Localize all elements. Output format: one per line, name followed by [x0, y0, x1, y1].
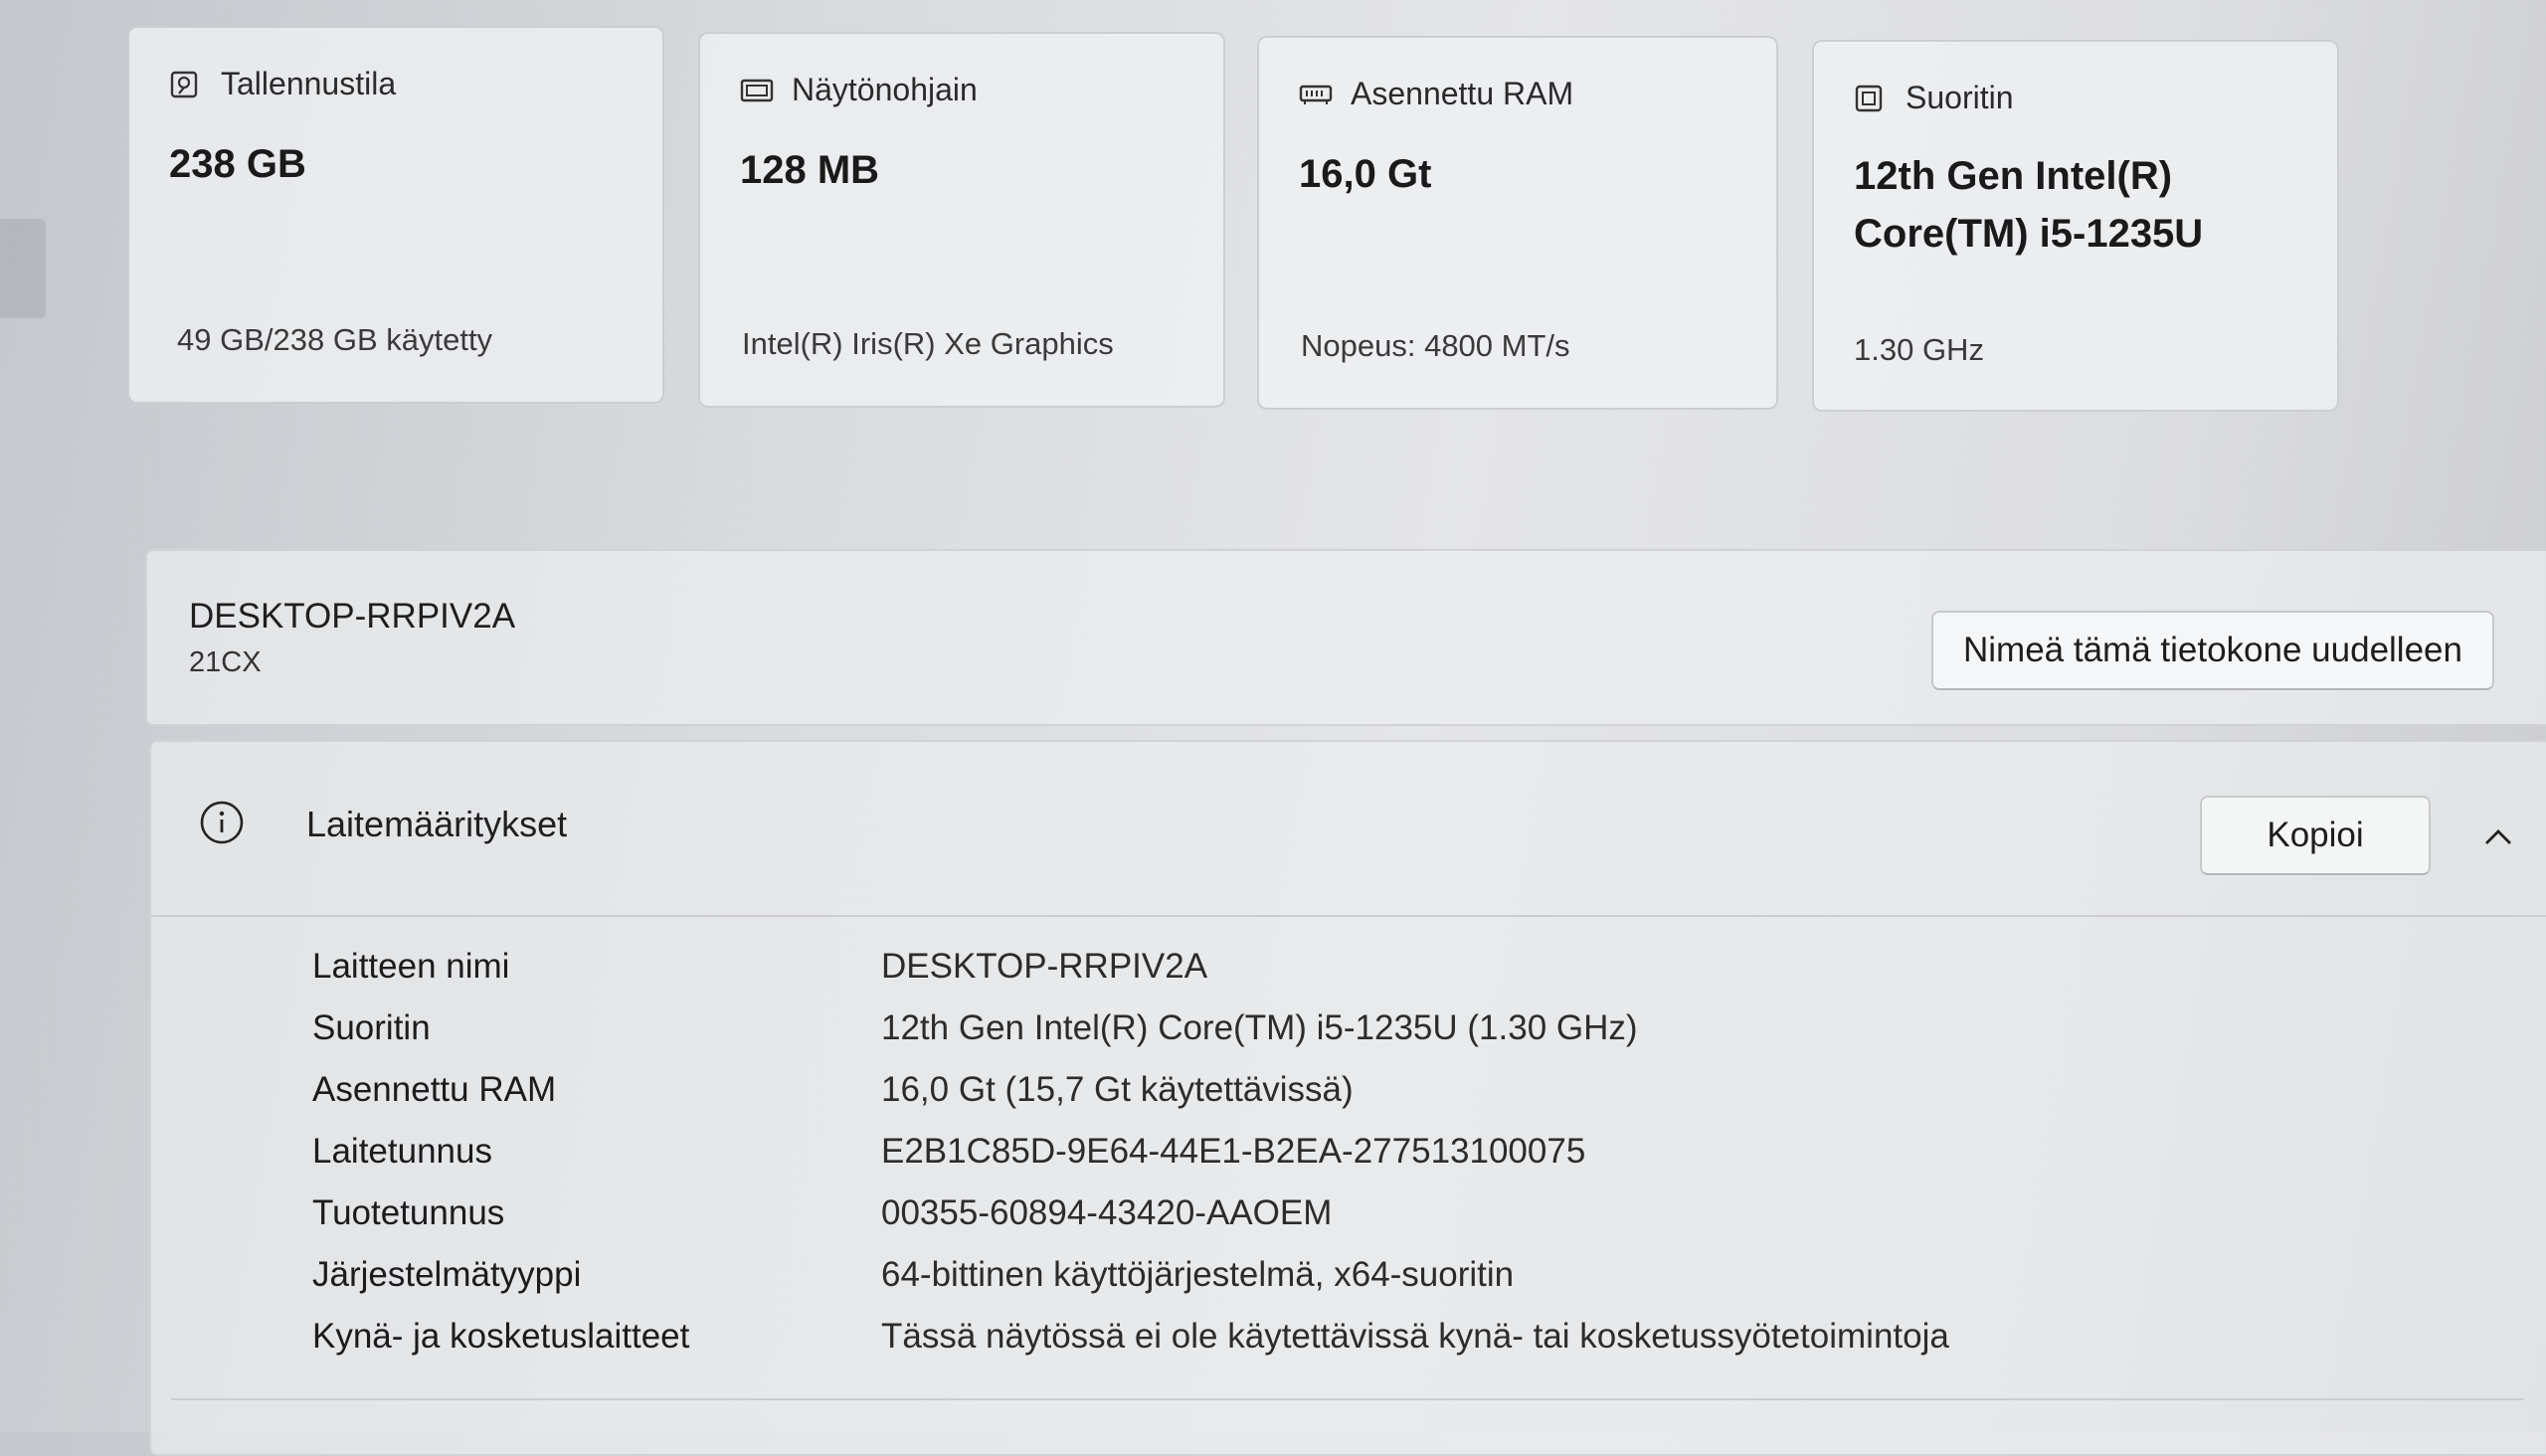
storage-card-subtitle: 49 GB/238 GB käytetty — [177, 322, 493, 357]
side-panel-edge — [0, 219, 46, 318]
spec-row-installed-ram: Asennettu RAM 16,0 Gt (15,7 Gt käytettäv… — [151, 1070, 2546, 1132]
processor-card-value-line2: Core(TM) i5-1235U — [1854, 212, 2204, 256]
device-specifications-panel: Laitemääritykset Kopioi Laitteen nimi DE… — [149, 740, 2546, 1456]
spec-row-device-id: Laitetunnus E2B1C85D-9E64-44E1-B2EA-2775… — [151, 1132, 2546, 1193]
spec-value: 00355-60894-43420-AAOEM — [881, 1193, 1333, 1232]
section-divider — [171, 1398, 2524, 1400]
spec-row-processor: Suoritin 12th Gen Intel(R) Core(TM) i5-1… — [151, 1008, 2546, 1070]
spec-label: Kynä- ja kosketuslaitteet — [312, 1317, 690, 1356]
collapse-button[interactable] — [2470, 812, 2526, 861]
graphics-card-icon — [740, 76, 774, 105]
spec-label: Laitetunnus — [312, 1132, 492, 1171]
processor-card-title: Suoritin — [1906, 80, 2014, 115]
storage-card: Tallennustila 238 GB 49 GB/238 GB käytet… — [127, 26, 664, 404]
graphics-card: Näytönohjain 128 MB Intel(R) Iris(R) Xe … — [698, 32, 1225, 408]
processor-icon — [1854, 84, 1884, 113]
graphics-card-header: Näytönohjain — [740, 72, 978, 108]
storage-card-title: Tallennustila — [221, 66, 397, 101]
device-name: DESKTOP-RRPIV2A — [189, 597, 516, 636]
ram-card-subtitle: Nopeus: 4800 MT/s — [1301, 328, 1570, 363]
spec-value: 64-bittinen käyttöjärjestelmä, x64-suori… — [881, 1255, 1515, 1294]
spec-label: Suoritin — [312, 1008, 431, 1047]
spec-row-system-type: Järjestelmätyyppi 64-bittinen käyttöjärj… — [151, 1255, 2546, 1317]
spec-label: Laitteen nimi — [312, 947, 510, 986]
chevron-up-icon — [2470, 829, 2526, 864]
spec-value: Tässä näytössä ei ole käytettävissä kynä… — [881, 1317, 1949, 1356]
spec-value: 16,0 Gt (15,7 Gt käytettävissä) — [881, 1070, 1354, 1109]
copy-button[interactable]: Kopioi — [2200, 796, 2431, 875]
specifications-header[interactable]: Laitemääritykset Kopioi — [151, 742, 2546, 917]
storage-card-header: Tallennustila — [169, 66, 396, 102]
spec-value: E2B1C85D-9E64-44E1-B2EA-277513100075 — [881, 1132, 1586, 1171]
info-icon — [199, 800, 245, 845]
spec-row-device-name: Laitteen nimi DESKTOP-RRPIV2A — [151, 947, 2546, 1008]
spec-value: 12th Gen Intel(R) Core(TM) i5-1235U (1.3… — [881, 1008, 1638, 1047]
graphics-card-subtitle: Intel(R) Iris(R) Xe Graphics — [742, 326, 1114, 361]
processor-card-header: Suoritin — [1854, 80, 2014, 116]
specifications-title: Laitemääritykset — [306, 804, 568, 844]
ram-card-header: Asennettu RAM — [1299, 76, 1573, 112]
ram-card-value: 16,0 Gt — [1299, 152, 1432, 196]
spec-row-product-id: Tuotetunnus 00355-60894-43420-AAOEM — [151, 1193, 2546, 1255]
storage-icon — [169, 70, 199, 99]
graphics-card-title: Näytönohjain — [792, 72, 978, 107]
spec-row-pen-and-touch: Kynä- ja kosketuslaitteet Tässä näytössä… — [151, 1317, 2546, 1378]
storage-card-value: 238 GB — [169, 142, 306, 186]
ram-card: Asennettu RAM 16,0 Gt Nopeus: 4800 MT/s — [1257, 36, 1778, 410]
spec-label: Järjestelmätyyppi — [312, 1255, 582, 1294]
graphics-card-value: 128 MB — [740, 148, 880, 192]
processor-card-subtitle: 1.30 GHz — [1854, 332, 1984, 367]
rename-pc-button[interactable]: Nimeä tämä tietokone uudelleen — [1931, 611, 2494, 690]
processor-card-value-line1: 12th Gen Intel(R) — [1854, 154, 2173, 198]
spec-label: Tuotetunnus — [312, 1193, 505, 1232]
device-model: 21CX — [189, 646, 262, 678]
processor-card-value: 12th Gen Intel(R) Core(TM) i5-1235U — [1854, 147, 2272, 263]
spec-label: Asennettu RAM — [312, 1070, 557, 1109]
ram-icon — [1299, 80, 1333, 109]
processor-card: Suoritin 12th Gen Intel(R) Core(TM) i5-1… — [1812, 40, 2339, 412]
ram-card-title: Asennettu RAM — [1351, 76, 1574, 111]
device-name-panel: DESKTOP-RRPIV2A 21CX Nimeä tämä tietokon… — [145, 549, 2546, 726]
spec-value: DESKTOP-RRPIV2A — [881, 947, 1208, 986]
